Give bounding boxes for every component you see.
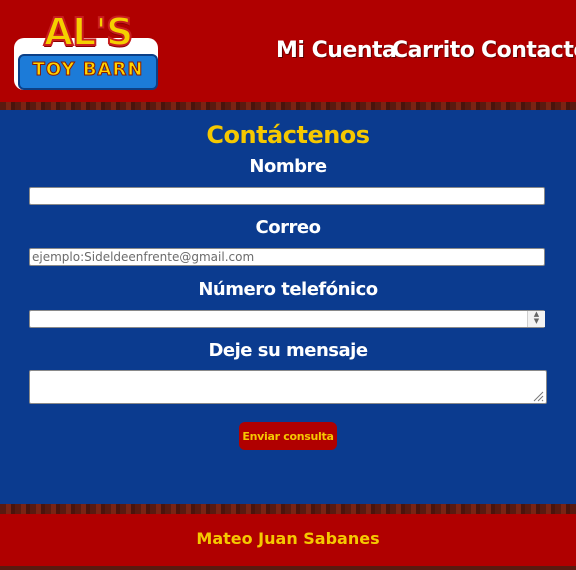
- logo-toy-barn-text: TOY BARN: [32, 59, 144, 81]
- phone-label: Número telefónico: [198, 279, 378, 300]
- message-field[interactable]: [29, 370, 547, 404]
- logo-als-text: AL'S: [43, 9, 135, 55]
- footer-credit: Mateo Juan Sabanes: [196, 529, 380, 548]
- nav-contacto[interactable]: Contacto: [481, 38, 576, 70]
- footer-divider: [0, 504, 576, 514]
- nav-carrito[interactable]: Carrito: [392, 38, 475, 70]
- submit-button[interactable]: Enviar consulta: [239, 422, 337, 450]
- email-label: Correo: [255, 217, 321, 238]
- als-toy-barn-logo[interactable]: AL'S TOY BARN: [14, 9, 160, 92]
- message-label: Deje su mensaje: [208, 340, 368, 361]
- footer-bottom-strip: [0, 566, 576, 570]
- email-field[interactable]: [29, 248, 545, 266]
- phone-stepper[interactable]: ▲ ▼: [527, 311, 545, 327]
- chevron-down-icon[interactable]: ▼: [528, 318, 545, 325]
- header-divider: [0, 102, 576, 110]
- page-title: Contáctenos: [206, 121, 370, 149]
- resize-grip-icon[interactable]: [531, 389, 544, 402]
- nav-mi-cuenta[interactable]: Mi Cuenta: [276, 38, 397, 70]
- name-label: Nombre: [249, 156, 327, 177]
- name-field[interactable]: [29, 187, 545, 205]
- phone-field[interactable]: [29, 310, 545, 328]
